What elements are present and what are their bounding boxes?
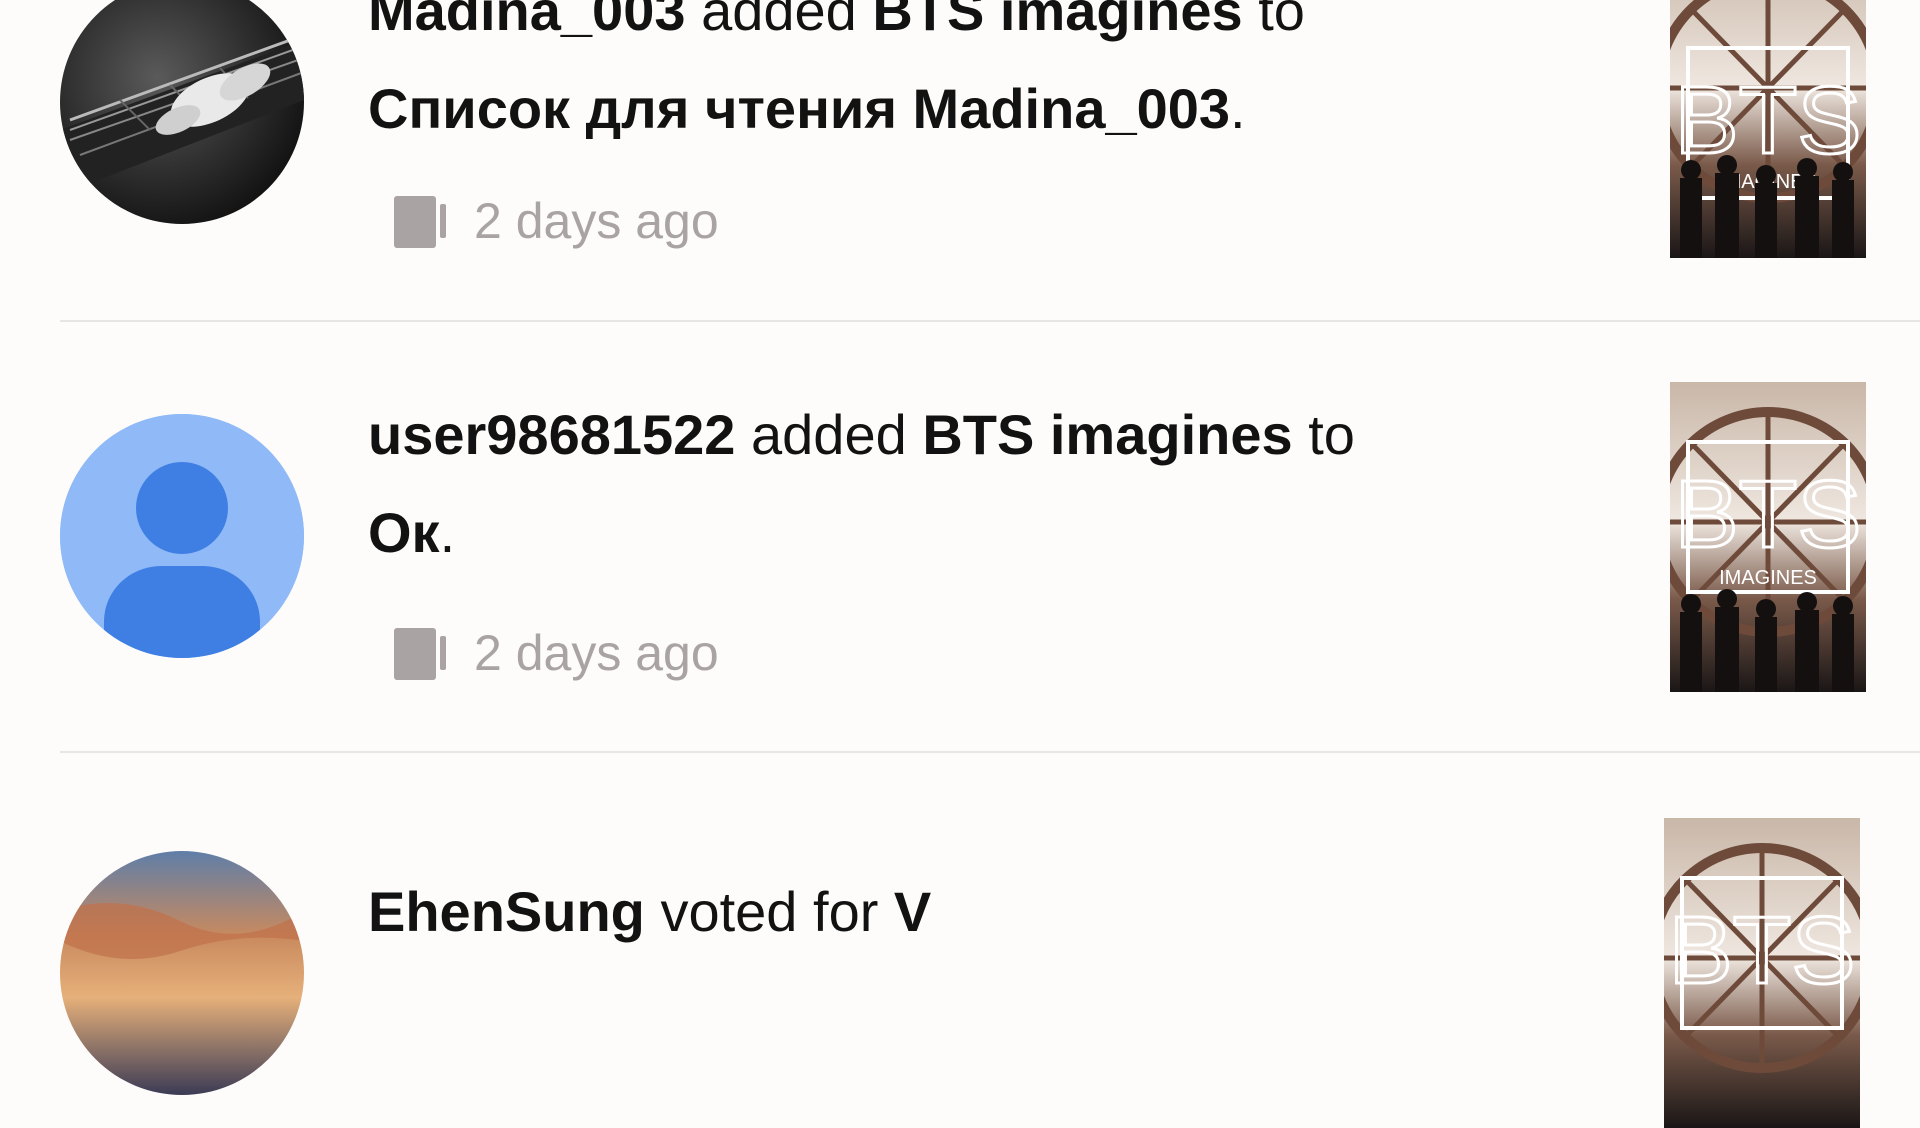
guitar-photo-avatar-icon [60, 0, 304, 224]
timestamp: 2 days ago [474, 625, 719, 681]
story-link[interactable]: BTS imagines [872, 0, 1242, 42]
actor-link[interactable]: EhenSung [368, 880, 645, 943]
default-user-avatar-icon [60, 414, 304, 658]
activity-end: . [1230, 77, 1246, 140]
user-avatar[interactable] [60, 0, 304, 224]
actor-link[interactable]: user98681522 [368, 403, 735, 466]
svg-text:BTS: BTS [1675, 67, 1862, 174]
user-avatar[interactable] [60, 414, 304, 658]
reading-list-icon [392, 192, 448, 250]
activity-verb: voted for [660, 880, 879, 943]
activity-verb: added [701, 0, 857, 42]
activity-end: . [439, 501, 456, 564]
story-link[interactable]: BTS imagines [922, 403, 1292, 466]
bts-imagines-cover-icon: BTS IMAGINES [1670, 382, 1866, 692]
sunset-photo-avatar-icon [60, 851, 304, 1095]
svg-text:BTS: BTS [1675, 461, 1862, 568]
activity-text: user98681522 added BTS imagines to Ок. [368, 386, 1598, 582]
timestamp: 2 days ago [474, 193, 719, 249]
activity-verb: added [751, 403, 907, 466]
user-avatar[interactable] [60, 851, 304, 1095]
reading-list-link[interactable]: Ок [368, 501, 440, 564]
activity-preposition: to [1308, 403, 1355, 466]
svg-text:BTS: BTS [1669, 897, 1856, 1004]
activity-text: EhenSung voted for V [368, 863, 1598, 961]
activity-preposition: to [1258, 0, 1305, 42]
activity-text: Madina_003 added BTS imagines to Список … [368, 0, 1598, 158]
feed-item[interactable]: user98681522 added BTS imagines to Ок. 2… [0, 322, 1920, 752]
story-cover[interactable]: BTS [1664, 818, 1860, 1128]
story-cover[interactable]: BTS IMAGINES [1670, 0, 1866, 258]
svg-text:IMAGINES: IMAGINES [1719, 567, 1817, 589]
bts-imagines-cover-icon: BTS [1664, 818, 1860, 1128]
part-link[interactable]: V [894, 880, 931, 943]
story-cover[interactable]: BTS IMAGINES [1670, 382, 1866, 692]
feed-item[interactable]: Madina_003 added BTS imagines to Список … [0, 0, 1920, 322]
activity-meta: 2 days ago [392, 186, 719, 256]
reading-list-icon [392, 624, 448, 682]
actor-link[interactable]: Madina_003 [368, 0, 686, 42]
activity-meta: 2 days ago [392, 618, 719, 688]
reading-list-link[interactable]: Список для чтения Madina_003 [368, 77, 1230, 140]
bts-imagines-cover-icon: BTS IMAGINES [1670, 0, 1866, 258]
feed-item[interactable]: EhenSung voted for V BTS [0, 753, 1920, 1128]
activity-feed: Madina_003 added BTS imagines to Список … [0, 0, 1920, 1128]
